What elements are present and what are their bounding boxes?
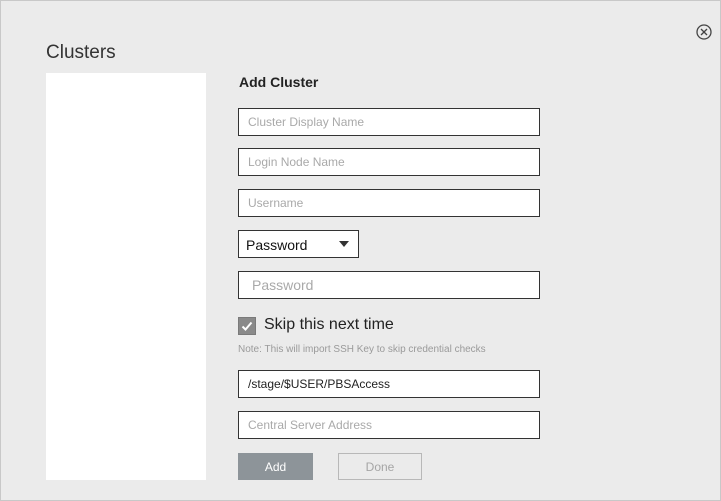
cluster-list[interactable]	[46, 73, 206, 480]
skip-checkbox[interactable]	[238, 317, 256, 335]
add-cluster-dialog: Clusters Add Cluster Password Skip this …	[0, 0, 721, 501]
login-node-name-input[interactable]	[238, 148, 540, 176]
checkmark-icon	[241, 321, 253, 331]
close-icon[interactable]	[695, 23, 713, 41]
chevron-down-icon	[339, 241, 349, 247]
add-button[interactable]: Add	[238, 453, 313, 480]
ssh-key-note: Note: This will import SSH Key to skip c…	[238, 344, 486, 355]
password-input[interactable]	[238, 271, 540, 299]
clusters-title: Clusters	[46, 42, 116, 63]
add-cluster-title: Add Cluster	[239, 74, 319, 90]
done-button[interactable]: Done	[338, 453, 422, 480]
skip-checkbox-label: Skip this next time	[264, 316, 394, 333]
auth-method-select[interactable]: Password	[238, 230, 359, 258]
stage-path-input[interactable]	[238, 370, 540, 398]
cluster-display-name-input[interactable]	[238, 108, 540, 136]
auth-method-value: Password	[246, 237, 308, 253]
username-input[interactable]	[238, 189, 540, 217]
central-server-address-input[interactable]	[238, 411, 540, 439]
